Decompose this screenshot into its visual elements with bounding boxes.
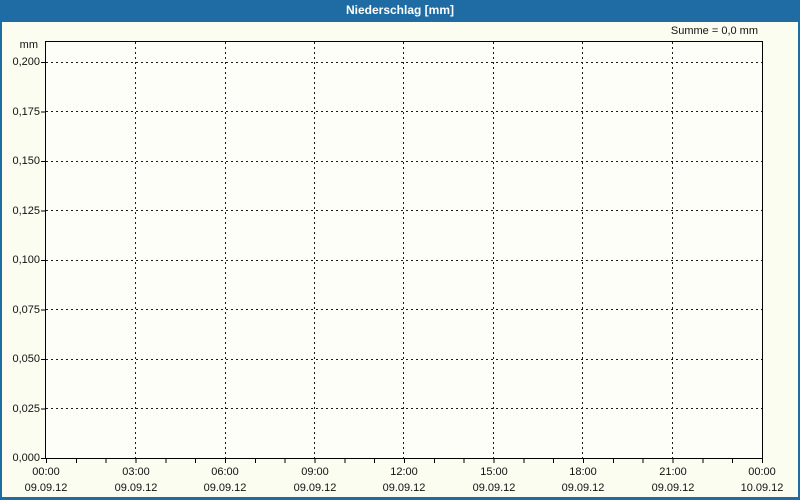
x-tick-date: 09.09.12 [561,482,605,494]
x-tick-time: 06:00 [211,466,239,478]
x-tick-time: 15:00 [480,466,508,478]
gridline-vertical [225,42,226,458]
sum-annotation: Summe = 0,0 mm [670,25,758,37]
x-tick-date: 09.09.12 [24,482,68,494]
gridline-horizontal [46,259,762,261]
gridline-vertical [314,42,315,458]
x-tick-time: 18:00 [569,466,597,478]
y-tick-label: 0,200 [12,56,40,68]
y-axis-unit-label: mm [19,39,38,51]
chart-title: Niederschlag [mm] [345,3,455,17]
x-tick-date: 09.09.12 [114,482,158,494]
gridline-vertical [672,42,673,458]
x-tick-label: 21:00 09.09.12 [641,466,705,494]
gridline-vertical [582,42,583,458]
x-tick-label: 00:00 09.09.12 [14,466,78,494]
gridline-horizontal [46,111,762,112]
x-tick-time: 12:00 [390,466,418,478]
x-tick-time: 00:00 [32,466,60,478]
x-tick-date: 09.09.12 [203,482,247,494]
y-tick-label: 0,075 [12,303,40,316]
y-tick-label: 0,025 [12,402,40,415]
gridline-horizontal [46,408,762,409]
x-tick-label: 00:00 10.09.12 [730,466,794,494]
x-tick-date: 09.09.12 [472,482,516,494]
y-tick-label: 0,175 [12,105,40,118]
gridline-horizontal [46,309,762,310]
x-tick-label: 15:00 09.09.12 [462,466,526,494]
x-axis-minor-ticks [46,459,763,463]
chart-window: Niederschlag [mm] Summe = 0,0 mm mm 0,20… [0,0,800,500]
x-tick-date: 10.09.12 [740,482,784,494]
x-tick-label: 09:00 09.09.12 [283,466,347,494]
y-axis-ticks [41,62,45,460]
x-tick-label: 18:00 09.09.12 [551,466,615,494]
y-tick-label: 0,100 [12,254,40,266]
y-tick-label: 0,150 [12,155,40,167]
gridline-horizontal [46,61,762,63]
plot-area [45,41,763,459]
y-tick-label: 0,000 [12,452,40,464]
y-tick-label: 0,125 [12,204,40,217]
x-tick-date: 09.09.12 [382,482,426,494]
x-tick-time: 03:00 [122,466,150,478]
chart-title-bar: Niederschlag [mm] [2,0,798,22]
gridline-horizontal [46,358,762,360]
x-tick-label: 12:00 09.09.12 [372,466,436,494]
x-tick-time: 21:00 [659,466,687,478]
x-tick-label: 03:00 09.09.12 [104,466,168,494]
gridline-horizontal [46,210,762,211]
y-tick-label: 0,050 [12,353,40,365]
x-tick-label: 06:00 09.09.12 [193,466,257,494]
gridline-vertical [135,42,136,458]
x-tick-date: 09.09.12 [293,482,337,494]
x-tick-date: 09.09.12 [651,482,695,494]
gridline-vertical [493,42,494,458]
x-tick-time: 00:00 [748,466,776,478]
gridline-horizontal [46,160,762,162]
x-tick-time: 09:00 [301,466,329,478]
gridline-vertical [403,42,404,458]
